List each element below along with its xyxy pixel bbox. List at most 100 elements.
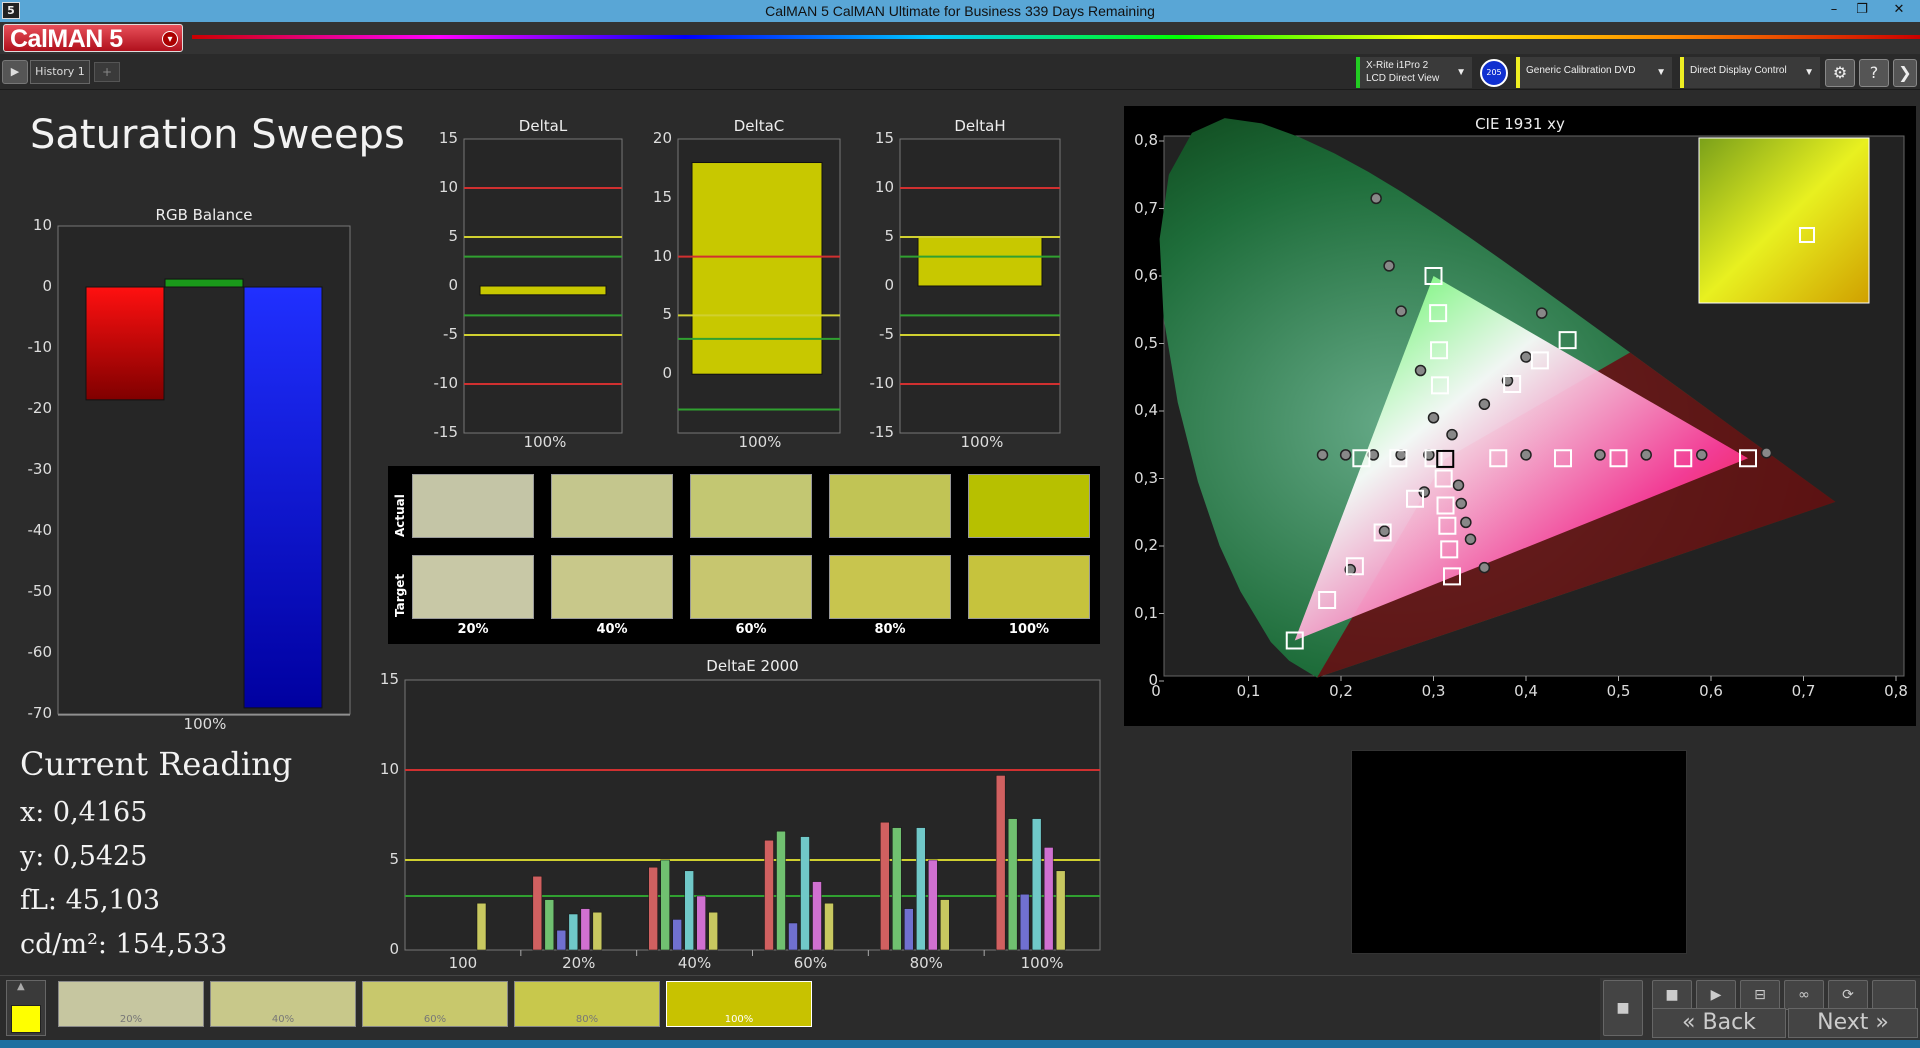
dh-y-tick: 0 xyxy=(884,276,894,294)
dl-y-tick: 10 xyxy=(438,178,458,196)
cie-measured-point xyxy=(1460,516,1472,529)
current-color-box[interactable]: ▲ xyxy=(6,980,46,1036)
taskbar xyxy=(0,1040,1920,1048)
deltae-bar xyxy=(764,839,774,951)
next-button[interactable]: Next » xyxy=(1788,1008,1918,1038)
deltae-x-label: 80% xyxy=(909,954,943,972)
refresh-icon[interactable]: ⟳ xyxy=(1828,980,1868,1010)
cie-measured-point xyxy=(1478,561,1491,574)
extra-button[interactable] xyxy=(1872,980,1916,1010)
help-icon[interactable]: ? xyxy=(1859,59,1889,87)
cie-x-label: 0,5 xyxy=(1606,682,1631,700)
rgb-y-tick: -40 xyxy=(27,521,53,539)
rgb-y-tick: -70 xyxy=(27,704,53,722)
deltae-y-tick: 5 xyxy=(389,850,399,868)
cie-measured-point xyxy=(1478,398,1491,410)
deltae-bars xyxy=(404,679,1101,956)
stop-icon[interactable]: ■ xyxy=(1603,980,1643,1036)
actual-swatch xyxy=(968,474,1090,538)
cie-measured-point xyxy=(1696,449,1708,461)
swatch-label: 80% xyxy=(874,622,906,637)
add-tab-icon[interactable]: + xyxy=(94,62,120,82)
play-icon[interactable]: ▶ xyxy=(2,60,28,84)
deltae-bar xyxy=(904,908,914,951)
deltae-x-label: 60% xyxy=(793,954,828,972)
bottom-thumbnail[interactable]: 40% xyxy=(210,981,356,1027)
expand-icon[interactable]: ❯ xyxy=(1893,59,1917,87)
deltae-bar xyxy=(1007,818,1018,951)
deltae-bar xyxy=(928,859,938,951)
dl-y-tick: -15 xyxy=(433,423,459,441)
actual-swatch xyxy=(829,474,951,538)
deltae-bar xyxy=(672,919,682,951)
deltae-bar xyxy=(544,899,555,951)
save-icon[interactable]: ⊟ xyxy=(1740,980,1780,1010)
meter-mode: LCD Direct View xyxy=(1366,73,1440,84)
bottom-thumbnail[interactable]: 20% xyxy=(58,981,204,1027)
display-selector[interactable]: Direct Display Control ▼ xyxy=(1680,57,1820,88)
rgb-x-label: 100% xyxy=(183,715,227,733)
cie-x-label: 0,2 xyxy=(1329,682,1353,700)
cie-y-label: 0,8 xyxy=(1134,131,1158,149)
cie-chart xyxy=(1155,118,1905,682)
meter-selector[interactable]: X-Rite i1Pro 2 LCD Direct View ▼ xyxy=(1356,57,1472,88)
scroll-up-icon[interactable]: ▲ xyxy=(17,981,25,992)
stop-small-icon[interactable]: ■ xyxy=(1652,980,1692,1010)
cie-x-label: 0,4 xyxy=(1514,682,1538,700)
restore-button[interactable]: ❐ xyxy=(1848,1,1876,19)
deltae-x-label: 20% xyxy=(562,954,596,972)
preview-box xyxy=(1351,750,1687,954)
chevron-down-icon: ▼ xyxy=(1456,67,1466,78)
back-button[interactable]: « Back xyxy=(1652,1008,1786,1038)
cie-measured-point xyxy=(1455,497,1467,510)
meter-badge[interactable]: 205 xyxy=(1480,59,1508,87)
settings-icon[interactable]: ⚙ xyxy=(1825,59,1855,87)
dc-y-tick: 0 xyxy=(662,364,672,383)
cie-measured-point xyxy=(1520,351,1532,363)
calman-logo-menu[interactable]: CalMAN 5 ▾ xyxy=(3,24,183,53)
play-icon[interactable]: ▶ xyxy=(1696,980,1736,1010)
bottom-thumbnail[interactable]: 80% xyxy=(514,981,660,1027)
target-swatch xyxy=(829,555,951,619)
target-swatch xyxy=(412,555,534,619)
thumbnail-label: 100% xyxy=(724,1014,754,1025)
deltae-bar xyxy=(684,870,694,951)
target-swatch xyxy=(690,555,812,619)
deltae-bar xyxy=(800,836,810,951)
deltae-bar xyxy=(812,881,822,951)
loop-icon[interactable]: ∞ xyxy=(1784,980,1824,1010)
cie-measured-point xyxy=(1520,449,1532,461)
dl-y-tick: 5 xyxy=(448,227,458,245)
cie-measured-point xyxy=(1395,449,1407,461)
tab-history-1[interactable]: History 1 xyxy=(30,60,90,84)
back-label: Back xyxy=(1702,1010,1756,1035)
deltae-bar xyxy=(1043,847,1054,951)
cie-y-label: 0,5 xyxy=(1134,333,1158,352)
logo-menu-icon: ▾ xyxy=(162,31,178,47)
delta-lch-charts xyxy=(463,138,1061,434)
cie-measured-point xyxy=(1760,447,1773,459)
source-selector[interactable]: Generic Calibration DVD ▼ xyxy=(1516,57,1672,88)
close-button[interactable]: ✕ xyxy=(1880,1,1918,19)
deltae-x-label: 40% xyxy=(677,954,712,972)
bottom-thumbnail[interactable]: 100% xyxy=(666,981,812,1027)
cie-measured-point xyxy=(1383,260,1395,272)
deltae-y-tick: 0 xyxy=(389,940,399,958)
deltae-bar xyxy=(824,902,834,951)
dl-bar xyxy=(479,285,607,296)
thumbnail-label: 60% xyxy=(423,1014,447,1025)
cie-measured-point xyxy=(1452,479,1465,491)
target-swatch xyxy=(551,555,673,619)
reading-x: x: 0,4165 xyxy=(20,797,148,828)
next-label: Next xyxy=(1817,1010,1869,1035)
chevron-down-icon: ▼ xyxy=(1804,67,1814,78)
dl-y-tick: -10 xyxy=(433,374,459,392)
reading-y: y: 0,5425 xyxy=(20,841,148,872)
cie-y-label: 0,7 xyxy=(1134,198,1158,217)
dl-y-tick: -5 xyxy=(443,325,458,343)
rgb-y-tick: -30 xyxy=(27,460,53,478)
next-icon: » xyxy=(1875,1010,1889,1035)
deltae-y-tick: 15 xyxy=(379,670,399,688)
minimize-button[interactable]: – xyxy=(1820,1,1848,19)
bottom-thumbnail[interactable]: 60% xyxy=(362,981,508,1027)
